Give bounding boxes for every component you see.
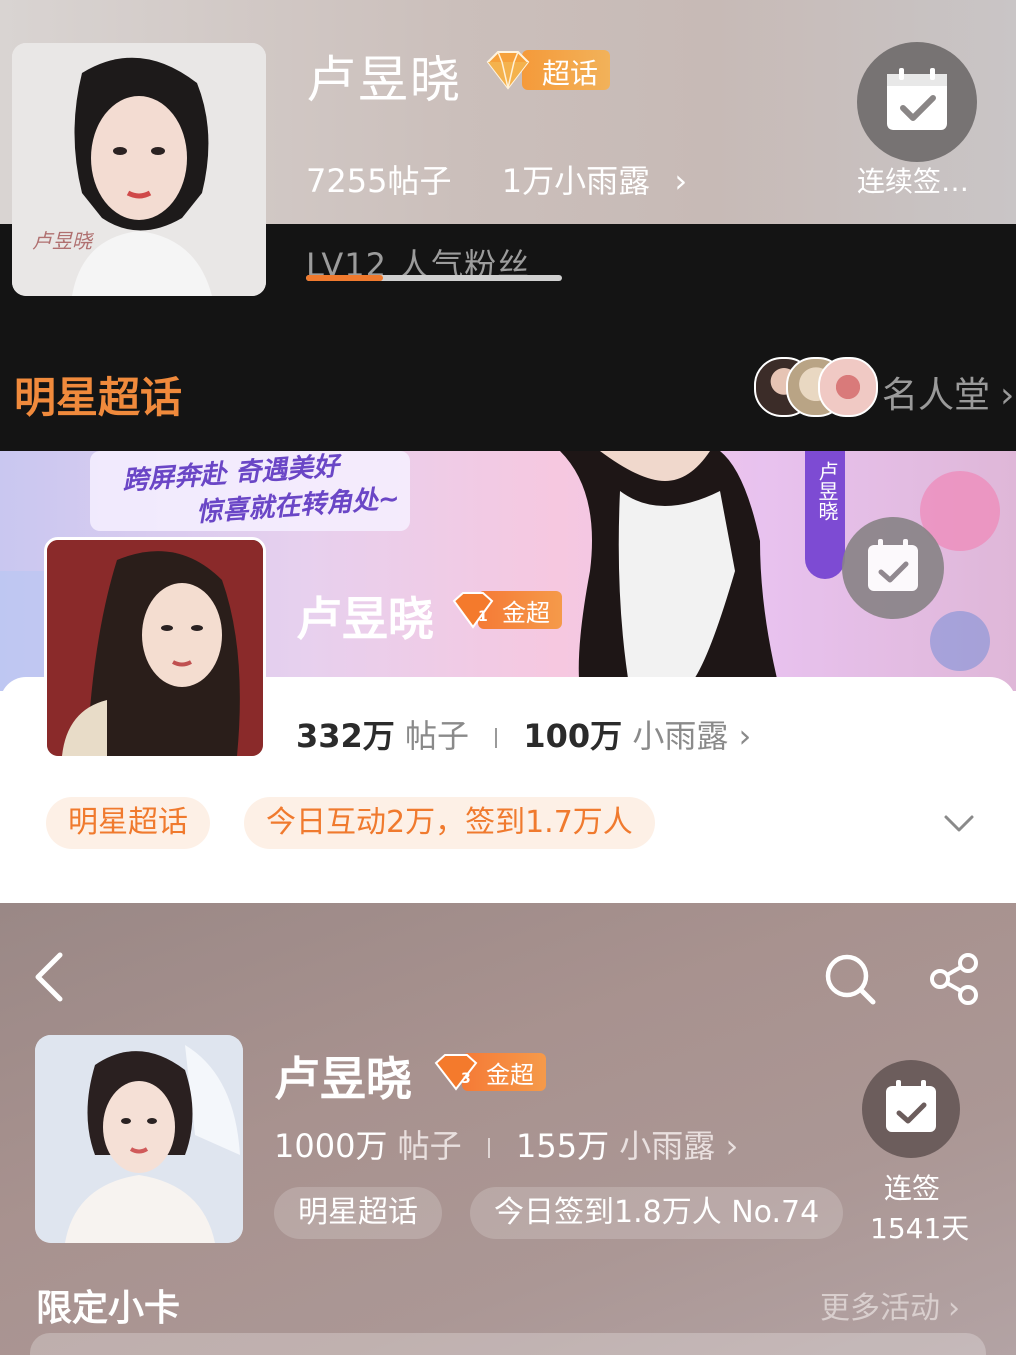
hall-of-fame-avatars[interactable] [754,357,878,417]
topic-name: 卢昱晓 [296,592,434,646]
checkin-label: 连续签… [857,165,970,198]
calendar-check-icon [886,1080,936,1132]
posts-count: 7255帖子 [306,162,452,200]
category-tag[interactable]: 明星超话 [46,797,210,849]
supertopic-header-v2: 跨屏奔赴 奇遇美好 惊喜就在转角处~ 卢昱晓 卢昱晓 1 金超 332万 帖子 … [0,451,1016,903]
stats-divider [495,728,498,748]
checkin-button[interactable] [842,517,944,619]
section-title: 限定小卡 [36,1288,181,1329]
category-label[interactable]: 明星超话 [14,364,182,425]
today-checkin-tag[interactable]: 今日签到1.8万人 No.74 [470,1187,844,1239]
back-arrow-icon[interactable] [28,947,72,1007]
supertopic-header-v3: 卢昱晓 3 金超 1000万 帖子 155万 小雨露 › 明星超话 今日签到1.… [0,903,1016,1355]
calendar-check-icon [887,68,947,130]
chevron-right-icon: › [1000,375,1015,416]
topic-avatar[interactable]: 卢昱晓 [12,43,266,296]
topic-name: 卢昱晓 [306,51,462,109]
limited-card-container[interactable] [30,1333,986,1355]
topic-avatar[interactable] [35,1035,243,1243]
vertical-tag-label: 卢昱晓 [815,461,839,521]
calendar-check-icon [868,539,918,591]
level-progress-fill [306,275,383,281]
checkin-button[interactable] [857,42,977,162]
diamond-icon: 1 [452,592,494,629]
checkin-streak-days: 1541天 [870,1212,970,1245]
chevron-right-icon: › [674,162,688,200]
today-activity-tag[interactable]: 今日互动2万，签到1.7万人 [244,797,655,849]
more-activities-label: 更多活动 [820,1291,940,1326]
badge-label: 超话 [542,57,599,90]
posts-unit: 帖子 [404,717,469,755]
chevron-right-icon: › [738,717,752,755]
svg-text:3: 3 [461,1071,471,1087]
topic-stats[interactable]: 1000万 帖子 155万 小雨露 › [274,1121,738,1167]
posts-number: 332万 [296,717,395,755]
posts-number: 1000万 [274,1127,388,1165]
checkin-button[interactable] [862,1060,960,1158]
more-activities-link[interactable]: 更多活动 › [820,1283,960,1327]
dew-unit: 小雨露 [632,717,729,755]
supertopic-badge[interactable]: 超话 [482,48,612,92]
category-tag[interactable]: 明星超话 [274,1187,442,1239]
dew-number: 155万 [515,1127,610,1165]
checkin-streak-label: 连签 [884,1172,941,1205]
dew-count: 1万小雨露 [501,162,651,200]
level-progress-bar [306,275,562,281]
supertopic-header-v1: 卢昱晓 卢昱晓 超话 7255帖子 1万小雨露 › LV12 人气粉丝 连续签…… [0,0,1016,451]
topic-name: 卢昱晓 [274,1052,412,1106]
chevron-right-icon: › [725,1127,739,1165]
posts-unit: 帖子 [397,1127,462,1165]
topic-avatar[interactable] [44,537,266,759]
gold-supertopic-badge[interactable]: 3 金超 [432,1051,548,1093]
hall-of-fame-link[interactable]: 名人堂 › [882,366,1014,418]
gold-supertopic-badge[interactable]: 1 金超 [450,589,562,631]
diamond-icon [486,51,530,90]
badge-label: 金超 [486,1061,534,1089]
topic-stats[interactable]: 7255帖子 1万小雨露 › [306,156,687,202]
dew-number: 100万 [523,717,623,755]
stats-divider [487,1138,490,1158]
svg-text:1: 1 [478,609,488,625]
chevron-right-icon: › [948,1291,960,1326]
dew-unit: 小雨露 [619,1127,716,1165]
hall-of-fame-label: 名人堂 [882,375,991,416]
badge-label: 金超 [502,599,550,627]
fame-avatar [818,357,878,417]
diamond-icon: 3 [434,1054,478,1091]
search-icon[interactable] [822,951,878,1007]
topic-stats[interactable]: 332万 帖子 100万 小雨露 › [296,711,751,757]
svg-text:卢昱晓: 卢昱晓 [32,229,94,253]
banner-vertical-tag: 卢昱晓 [805,451,845,579]
share-icon[interactable] [926,951,982,1007]
chevron-down-icon[interactable] [942,807,976,841]
